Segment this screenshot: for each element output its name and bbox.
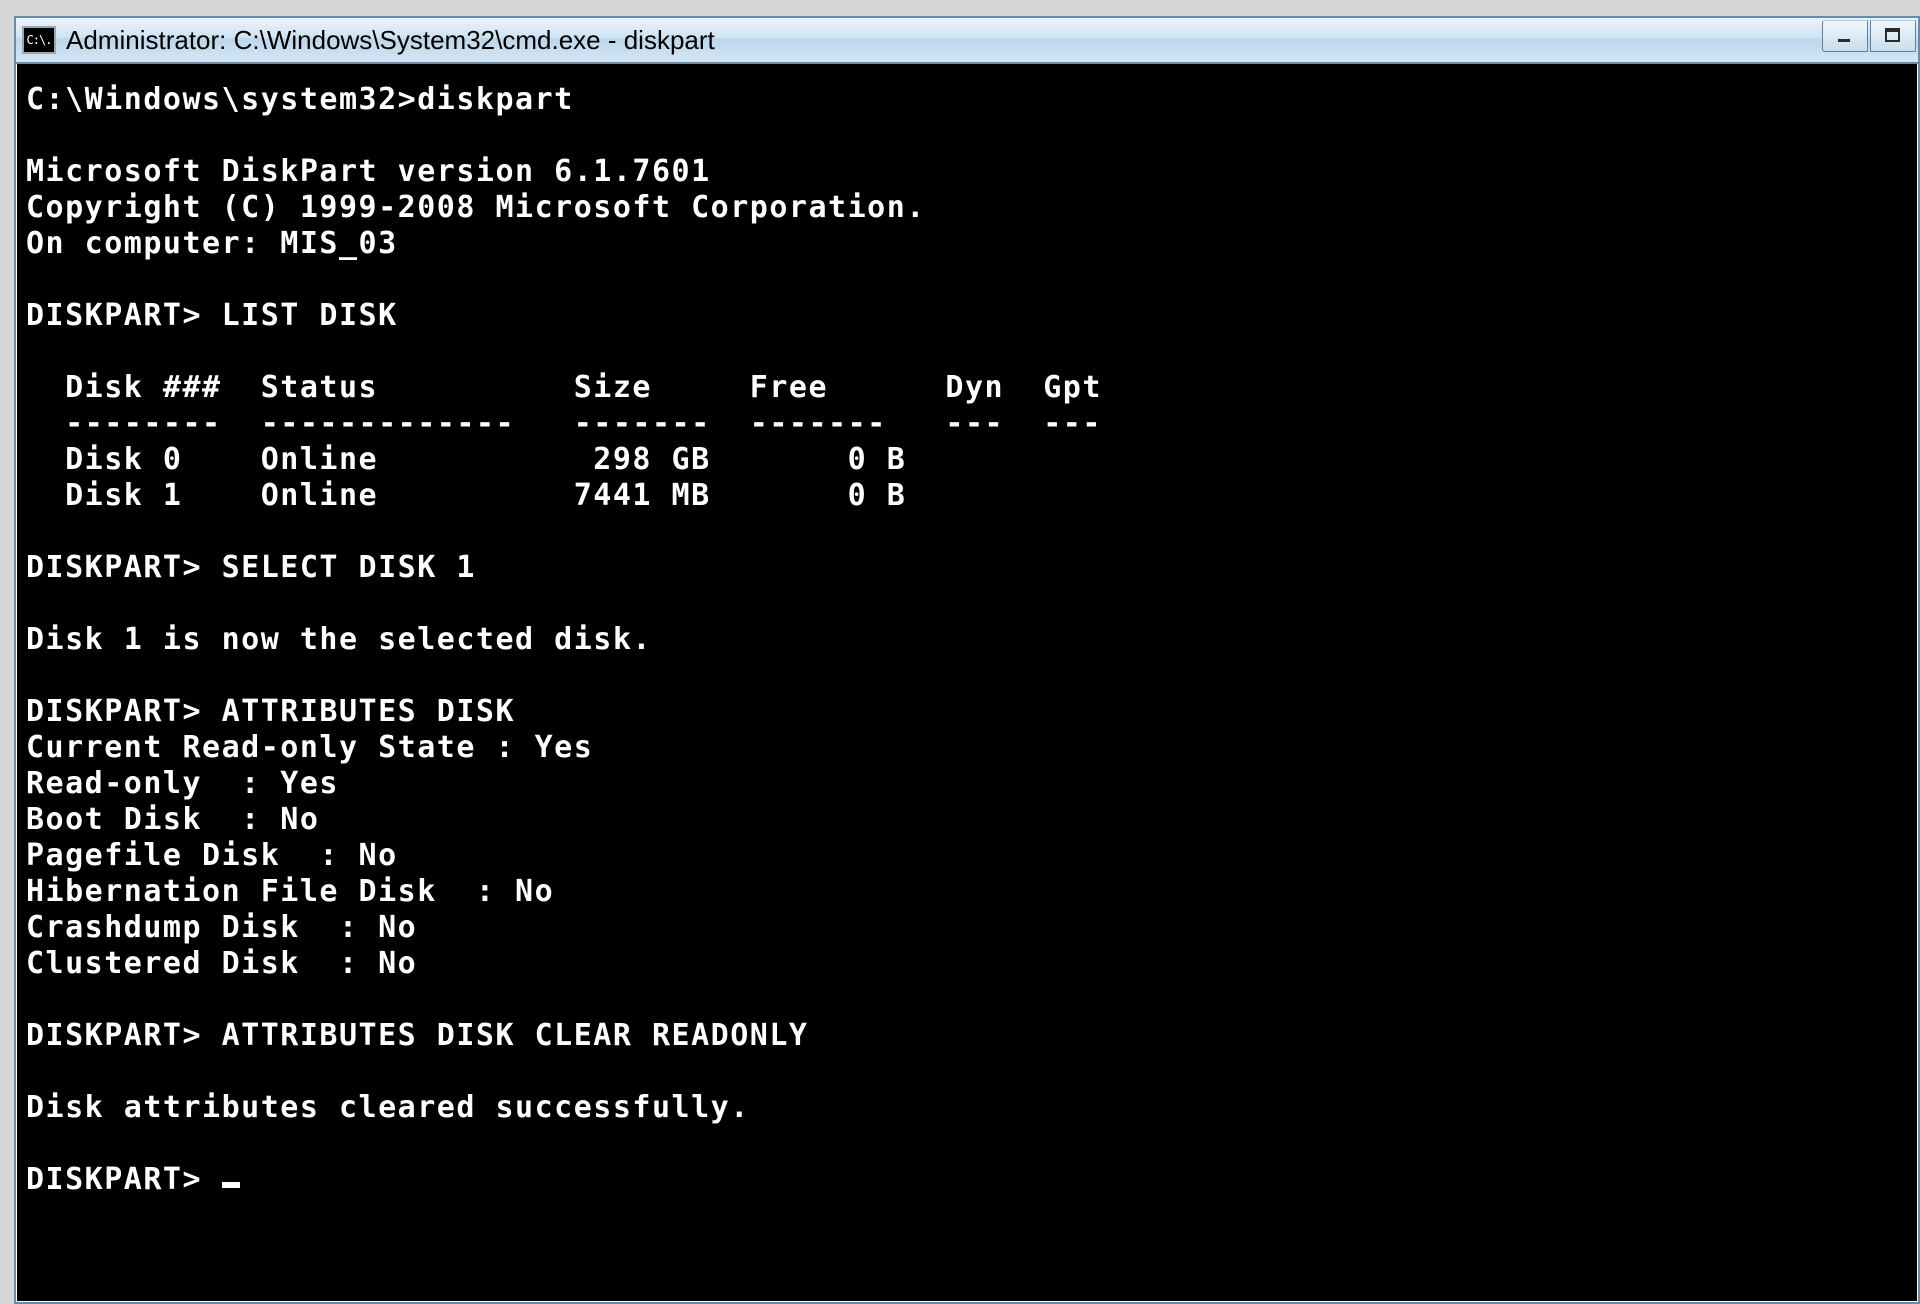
- minimize-button[interactable]: [1822, 20, 1868, 52]
- window-title: Administrator: C:\Windows\System32\cmd.e…: [66, 25, 715, 56]
- maximize-icon: [1884, 27, 1902, 45]
- cmd-window: C:\. Administrator: C:\Windows\System32\…: [14, 16, 1920, 1304]
- titlebar[interactable]: C:\. Administrator: C:\Windows\System32\…: [16, 18, 1918, 64]
- minimize-icon: [1836, 27, 1854, 45]
- terminal-output[interactable]: C:\Windows\system32>diskpart Microsoft D…: [18, 66, 1916, 1300]
- current-prompt: DISKPART>: [26, 1162, 222, 1197]
- cmd-icon: C:\.: [22, 26, 56, 54]
- maximize-button[interactable]: [1870, 20, 1916, 52]
- window-controls: [1822, 18, 1918, 62]
- cursor: [222, 1182, 240, 1188]
